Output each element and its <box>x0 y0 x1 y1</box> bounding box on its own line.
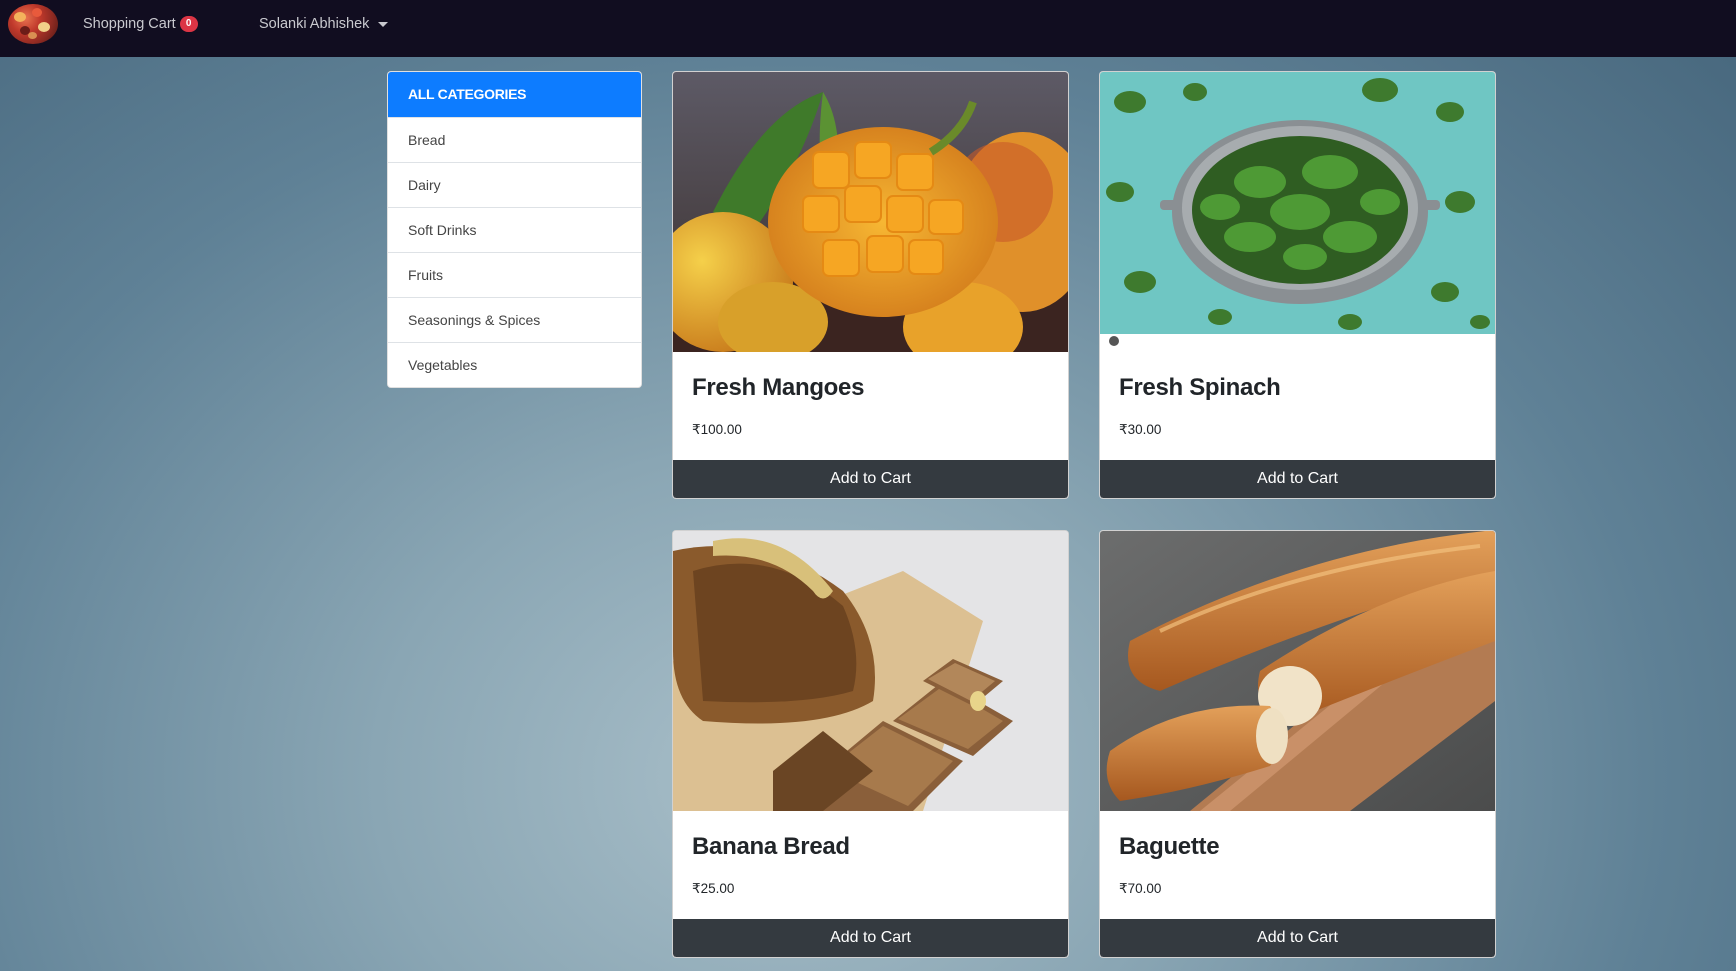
shopping-cart-label: Shopping Cart <box>83 16 176 32</box>
category-item-bread[interactable]: Bread <box>388 117 641 162</box>
product-card: Fresh Mangoes ₹100.00 Add to Cart <box>672 71 1069 499</box>
cart-count-badge: 0 <box>179 16 198 32</box>
product-price: ₹100.00 <box>692 422 742 437</box>
category-item-seasonings-spices[interactable]: Seasonings & Spices <box>388 297 641 342</box>
baguette-image[interactable] <box>1100 531 1495 811</box>
product-card: Baguette ₹70.00 Add to Cart <box>1099 530 1496 958</box>
user-name: Solanki Abhishek <box>259 16 370 32</box>
product-card: Fresh Spinach ₹30.00 Add to Cart <box>1099 71 1496 499</box>
product-name: Fresh Spinach <box>1119 374 1281 401</box>
product-price: ₹30.00 <box>1119 422 1162 437</box>
product-card: Banana Bread ₹25.00 Add to Cart <box>672 530 1069 958</box>
category-item-fruits[interactable]: Fruits <box>388 252 641 297</box>
top-navbar: Shopping Cart 0 Solanki Abhishek <box>0 0 1736 57</box>
banana-bread-image[interactable] <box>673 531 1068 811</box>
product-name: Baguette <box>1119 833 1220 860</box>
add-to-cart-button[interactable]: Add to Cart <box>1100 460 1495 498</box>
category-item-dairy[interactable]: Dairy <box>388 162 641 207</box>
category-item-soft-drinks[interactable]: Soft Drinks <box>388 207 641 252</box>
user-dropdown[interactable]: Solanki Abhishek <box>259 14 389 34</box>
categories-list: ALL CATEGORIES Bread Dairy Soft Drinks F… <box>387 71 642 388</box>
shopping-cart-link[interactable]: Shopping Cart 0 <box>83 14 198 34</box>
add-to-cart-button[interactable]: Add to Cart <box>673 919 1068 957</box>
category-item-vegetables[interactable]: Vegetables <box>388 342 641 387</box>
product-name: Banana Bread <box>692 833 850 860</box>
food-logo-icon[interactable] <box>8 4 58 44</box>
caret-down-icon <box>378 21 389 27</box>
product-price: ₹25.00 <box>692 881 735 896</box>
add-to-cart-button[interactable]: Add to Cart <box>1100 919 1495 957</box>
all-categories-header[interactable]: ALL CATEGORIES <box>388 72 641 117</box>
product-price: ₹70.00 <box>1119 881 1162 896</box>
spinach-image[interactable] <box>1100 72 1495 352</box>
add-to-cart-button[interactable]: Add to Cart <box>673 460 1068 498</box>
mango-image[interactable] <box>673 72 1068 352</box>
product-name: Fresh Mangoes <box>692 374 865 401</box>
